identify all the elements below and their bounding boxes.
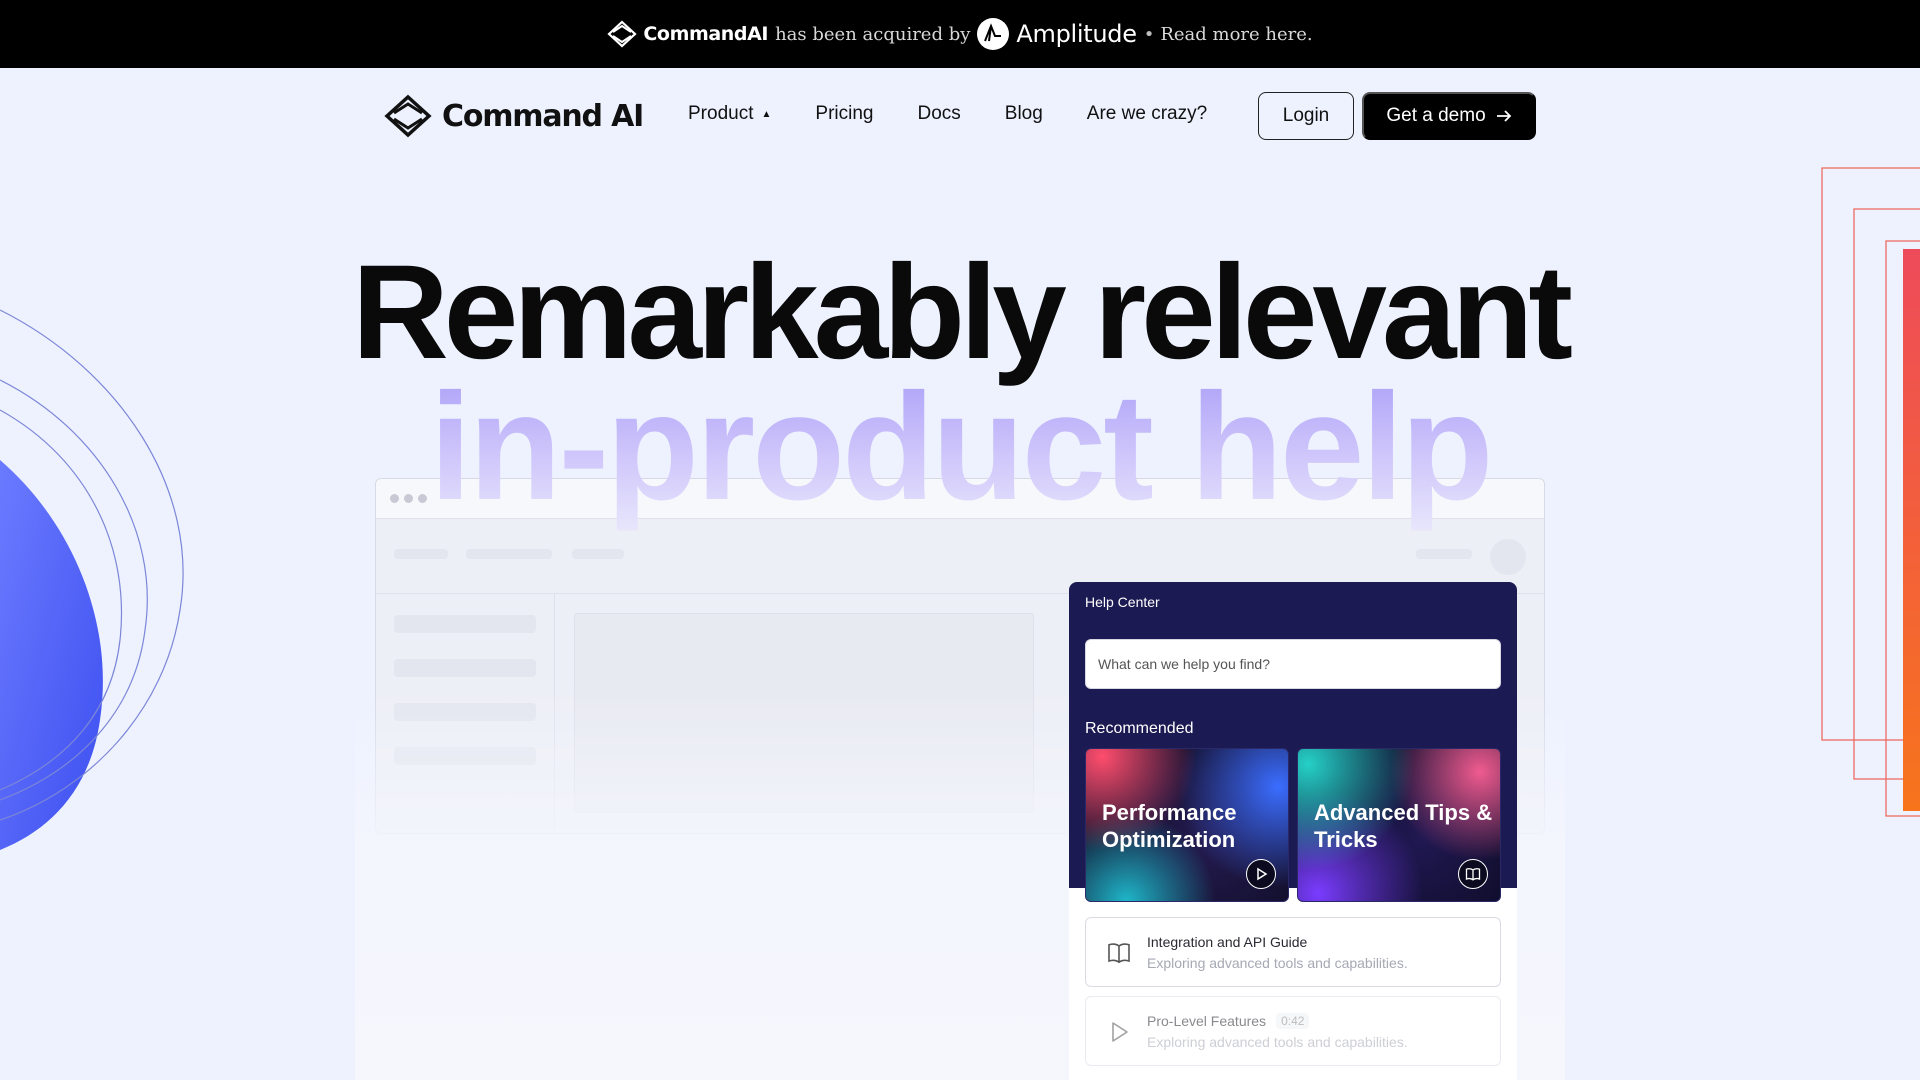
main-nav: Product ▲ Pricing Docs Blog Are we crazy… [688, 103, 1207, 125]
nav-pricing[interactable]: Pricing [815, 103, 873, 125]
recommended-card-performance[interactable]: Performance Optimization [1085, 748, 1289, 902]
card-title: Performance Optimization [1102, 800, 1237, 852]
get-a-demo-label: Get a demo [1386, 105, 1486, 126]
read-more-link[interactable]: Read more here. [1160, 24, 1312, 45]
book-icon [1458, 859, 1488, 889]
list-item-subtitle: Exploring advanced tools and capabilitie… [1147, 1034, 1408, 1050]
book-icon [1108, 943, 1130, 964]
list-item-subtitle: Exploring advanced tools and capabilitie… [1147, 955, 1408, 971]
announcement-middle-text: has been acquired by [775, 23, 971, 45]
list-item-title-text: Pro-Level Features [1147, 1013, 1267, 1029]
caret-up-icon: ▲ [761, 108, 772, 120]
skeleton-line [1416, 549, 1472, 559]
announcement-brand: CommandAI [607, 20, 768, 48]
nav-are-we-crazy[interactable]: Are we crazy? [1087, 103, 1207, 125]
recommended-label: Recommended [1085, 720, 1194, 737]
recommended-card-tips[interactable]: Advanced Tips & Tricks [1297, 748, 1501, 902]
list-item-pro-features[interactable]: Pro-Level Features 0:42 Exploring advanc… [1085, 996, 1501, 1066]
list-item-title: Integration and API Guide [1147, 934, 1307, 950]
list-item-title-text: Integration and API Guide [1147, 934, 1308, 950]
site-logo-text: Command AI [442, 98, 644, 134]
nav-blog[interactable]: Blog [1005, 103, 1043, 125]
skeleton-line [394, 659, 536, 677]
amplitude-brand: Amplitude [977, 18, 1137, 50]
hero-subtitle: in-product help [0, 362, 1920, 532]
amplitude-text: Amplitude [1016, 20, 1137, 48]
list-item-integration-guide[interactable]: Integration and API Guide Exploring adva… [1085, 917, 1501, 987]
help-search-input[interactable] [1085, 639, 1501, 689]
announcement-bar[interactable]: CommandAI has been acquired by Amplitude… [0, 0, 1920, 68]
command-ai-logo-icon [384, 94, 432, 138]
announcement-separator: • [1143, 23, 1155, 45]
nav-product-label: Product [688, 103, 754, 124]
nav-docs[interactable]: Docs [917, 103, 960, 125]
skeleton-line [394, 549, 448, 559]
card-title: Advanced Tips & Tricks [1314, 800, 1493, 852]
list-item-title: Pro-Level Features 0:42 [1147, 1013, 1310, 1029]
duration-badge: 0:42 [1276, 1013, 1310, 1029]
play-icon [1112, 1022, 1128, 1042]
play-icon [1246, 859, 1276, 889]
amplitude-logo-icon [977, 18, 1010, 50]
get-a-demo-button[interactable]: Get a demo [1362, 92, 1536, 140]
skeleton-line [466, 549, 552, 559]
nav-product[interactable]: Product ▲ [688, 103, 771, 125]
announcement-brand-text: CommandAI [643, 23, 769, 45]
arrow-right-icon [1496, 110, 1511, 122]
skeleton-line [394, 615, 536, 633]
skeleton-line [572, 549, 624, 559]
skeleton-avatar [1490, 539, 1526, 575]
help-center-title: Help Center [1085, 594, 1160, 610]
help-center-panel: Help Center Recommended Performance Opti… [1069, 582, 1517, 1080]
site-logo[interactable]: Command AI [384, 94, 644, 138]
login-button[interactable]: Login [1258, 92, 1354, 140]
command-ai-logo-icon [607, 20, 637, 48]
